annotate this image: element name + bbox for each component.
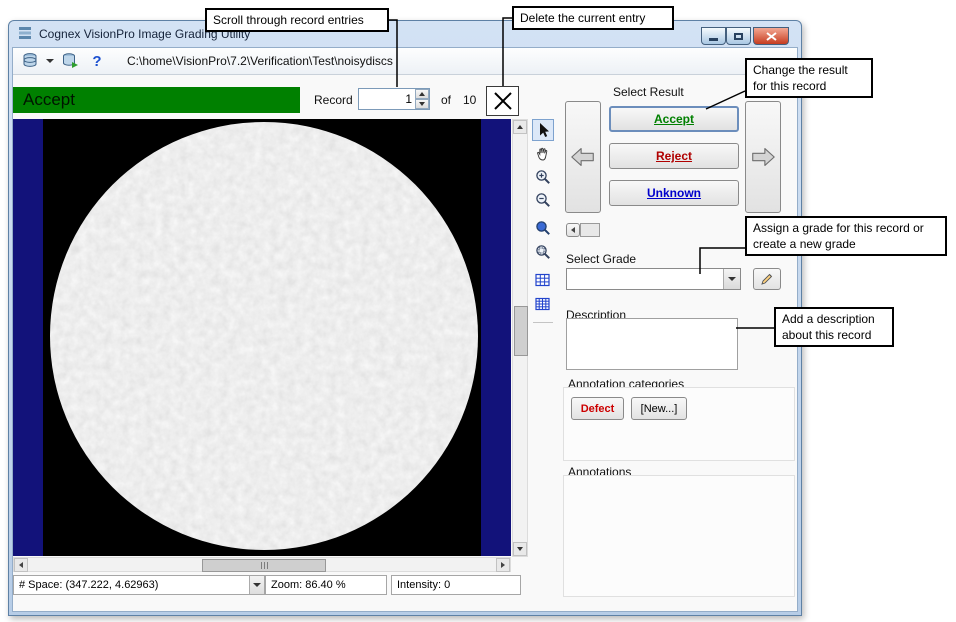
app-window: Cognex VisionPro Image Grading Utility — [8, 20, 802, 616]
record-spinner — [358, 88, 430, 110]
close-button[interactable] — [753, 27, 789, 45]
database-export-icon — [61, 52, 79, 70]
zoom-status: Zoom: 86.40 % — [265, 575, 387, 595]
previous-record-button[interactable] — [565, 101, 601, 213]
record-spin-buttons — [415, 89, 429, 109]
callout-scroll-records: Scroll through record entries — [205, 8, 389, 32]
callout-add-description: Add a description about this record — [774, 307, 894, 347]
scroll-left-button[interactable] — [14, 558, 28, 572]
right-arrow-icon — [501, 562, 505, 568]
records-database-button[interactable] — [19, 50, 41, 72]
defect-category-button[interactable]: Defect — [571, 397, 624, 420]
description-input[interactable] — [566, 318, 738, 370]
arrow-cursor-icon — [535, 122, 551, 138]
vertical-scrollbar[interactable] — [512, 119, 528, 557]
magnifier-minus-icon — [535, 192, 551, 208]
help-button[interactable]: ? — [86, 50, 108, 72]
space-status-text: # Space: (347.222, 4.62963) — [19, 579, 158, 591]
thumb-grip — [261, 562, 262, 569]
left-arrow-icon — [19, 562, 23, 568]
scroll-right-button[interactable] — [496, 558, 510, 572]
down-arrow-icon — [517, 547, 523, 551]
delete-record-button[interactable] — [486, 86, 519, 116]
minimize-icon — [709, 38, 718, 41]
vertical-scrollbar-thumb[interactable] — [514, 306, 528, 356]
zoom-window-tool-button[interactable] — [532, 241, 554, 263]
reject-button[interactable]: Reject — [609, 143, 739, 169]
of-label: of — [441, 93, 451, 107]
help-icon: ? — [92, 53, 101, 70]
left-block-arrow-icon — [569, 142, 597, 172]
record-spin-down[interactable] — [415, 99, 429, 109]
magnifier-region-icon — [535, 244, 551, 260]
magnifier-plus-icon — [535, 169, 551, 185]
image-display[interactable] — [13, 119, 511, 556]
zoom-fit-tool-button[interactable] — [532, 217, 554, 239]
record-input[interactable] — [360, 90, 414, 108]
left-arrow-icon — [571, 227, 575, 233]
minimize-button[interactable] — [701, 27, 726, 45]
grid-tool-button[interactable] — [532, 269, 554, 291]
title-bar: Cognex VisionPro Image Grading Utility — [9, 21, 801, 47]
record-total: 10 — [463, 93, 476, 107]
right-block-arrow-icon — [749, 142, 777, 172]
maximize-icon — [734, 33, 743, 40]
intensity-status: Intensity: 0 — [391, 575, 521, 595]
annotations-list[interactable] — [563, 475, 795, 597]
pan-tool-button[interactable] — [532, 143, 554, 165]
result-scroll-left-button[interactable] — [566, 223, 580, 237]
callout-delete-entry: Delete the current entry — [512, 6, 674, 30]
hand-icon — [535, 146, 551, 162]
zoom-in-tool-button[interactable] — [532, 166, 554, 188]
down-arrow-icon — [419, 102, 425, 106]
chevron-down-icon — [253, 583, 261, 587]
result-banner: Accept — [13, 87, 300, 113]
scroll-up-button[interactable] — [513, 120, 527, 134]
up-arrow-icon — [517, 125, 523, 129]
grade-combobox[interactable] — [566, 268, 741, 290]
export-database-button[interactable] — [59, 50, 81, 72]
edit-grade-button[interactable] — [753, 268, 781, 290]
x-mark-icon — [492, 90, 514, 112]
unknown-button[interactable]: Unknown — [609, 180, 739, 206]
horizontal-scrollbar-thumb[interactable] — [202, 559, 326, 572]
file-path: C:\home\VisionPro\7.2\Verification\Test\… — [127, 54, 393, 68]
pointer-tool-button[interactable] — [532, 119, 554, 141]
database-icon — [21, 52, 39, 70]
toolbar: ? C:\home\VisionPro\7.2\Verification\Tes… — [13, 48, 797, 75]
grade-dropdown-button[interactable] — [723, 269, 740, 289]
callout-assign-grade: Assign a grade for this record or create… — [745, 216, 947, 256]
grid-fine-tool-button[interactable] — [532, 293, 554, 315]
new-category-button[interactable]: [New...] — [631, 397, 687, 420]
space-status: # Space: (347.222, 4.62963) — [13, 575, 265, 595]
zoom-out-tool-button[interactable] — [532, 189, 554, 211]
thumb-grip — [267, 562, 268, 569]
tool-separator — [533, 322, 553, 323]
blue-grid-fine-icon — [535, 297, 551, 312]
result-scroll-thumb[interactable] — [580, 223, 600, 237]
select-result-label: Select Result — [613, 85, 684, 99]
up-arrow-icon — [419, 92, 425, 96]
records-dropdown-icon[interactable] — [46, 59, 54, 63]
blue-grid-icon — [535, 273, 551, 288]
select-grade-label: Select Grade — [566, 252, 636, 266]
callout-change-result: Change the result for this record — [745, 58, 873, 98]
magnifier-filled-icon — [535, 220, 551, 236]
space-dropdown-button[interactable] — [249, 576, 264, 594]
maximize-button[interactable] — [726, 27, 751, 45]
chevron-down-icon — [728, 277, 736, 281]
record-label: Record — [314, 93, 353, 107]
page: Cognex VisionPro Image Grading Utility — [0, 0, 956, 622]
next-record-button[interactable] — [745, 101, 781, 213]
record-spin-up[interactable] — [415, 89, 429, 99]
close-icon — [766, 32, 777, 41]
thumb-grip — [264, 562, 265, 569]
accept-button[interactable]: Accept — [609, 106, 739, 132]
pencil-icon — [759, 271, 775, 287]
app-icon — [18, 26, 32, 43]
scroll-down-button[interactable] — [513, 542, 527, 556]
horizontal-scrollbar[interactable] — [13, 557, 511, 572]
